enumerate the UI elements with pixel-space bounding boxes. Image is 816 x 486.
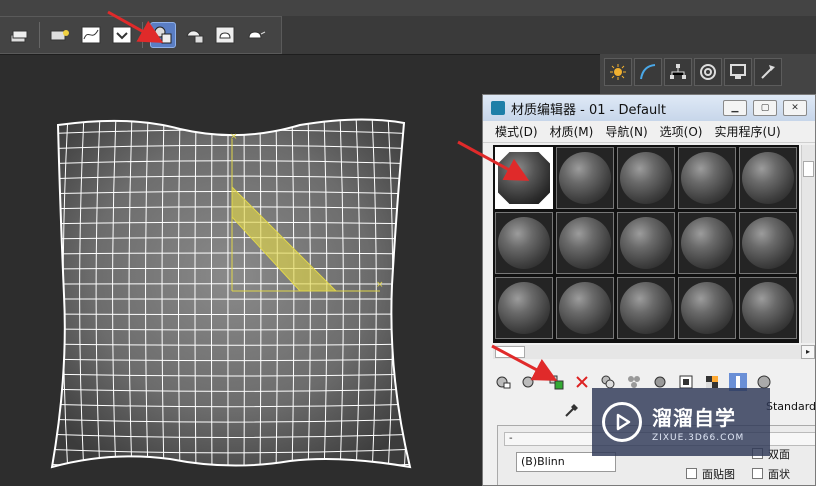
faceted-checkbox[interactable] (752, 468, 763, 479)
sample-slot[interactable] (739, 212, 797, 274)
motion-tab-icon[interactable] (694, 58, 722, 86)
toolbar-background (282, 16, 816, 54)
material-sphere (559, 217, 611, 269)
get-material-icon[interactable] (495, 373, 513, 391)
watermark-url: ZIXUE.3D66.COM (652, 432, 745, 443)
menu-options[interactable]: 选项(O) (660, 123, 703, 140)
material-editor-icon[interactable] (150, 22, 176, 48)
scroll-thumb[interactable] (803, 161, 814, 177)
sample-slot[interactable] (617, 147, 675, 209)
sample-slot[interactable] (678, 277, 736, 339)
render-setup-icon[interactable] (47, 22, 73, 48)
curve-editor-icon[interactable] (78, 22, 104, 48)
play-logo-icon (602, 402, 642, 442)
sample-slot[interactable] (495, 212, 553, 274)
wire-line (52, 119, 53, 467)
hierarchy-tab-icon[interactable] (664, 58, 692, 86)
sample-slot[interactable] (495, 147, 553, 209)
material-sphere (559, 282, 611, 334)
command-panel-tabs (604, 58, 782, 86)
material-sphere (620, 152, 672, 204)
sample-slot[interactable] (678, 212, 736, 274)
sample-slot[interactable] (617, 277, 675, 339)
scroll-thumb[interactable] (495, 346, 525, 358)
material-sphere (742, 152, 794, 204)
sample-slot[interactable] (678, 147, 736, 209)
sample-slot[interactable] (617, 212, 675, 274)
watermark-title: 溜溜自学 (652, 405, 736, 430)
material-sphere (620, 282, 672, 334)
watermark: 溜溜自学 ZIXUE.3D66.COM (592, 388, 770, 456)
maximize-button[interactable]: ▢ (753, 100, 777, 116)
display-tab-icon[interactable] (724, 58, 752, 86)
material-sphere (498, 152, 550, 204)
modify-tab-icon[interactable] (634, 58, 662, 86)
svg-text:×: × (230, 132, 238, 142)
wire-line (40, 479, 420, 484)
sample-slot[interactable] (556, 277, 614, 339)
scroll-right-arrow-icon[interactable]: ▸ (801, 345, 815, 359)
layer-stack-icon[interactable] (6, 22, 32, 48)
eyedropper-icon[interactable] (563, 401, 581, 419)
render-teapot-icon[interactable] (212, 22, 238, 48)
two-sided-label: 双面 (768, 448, 790, 461)
delete-icon[interactable] (573, 373, 591, 391)
menu-utilities[interactable]: 实用程序(U) (714, 123, 780, 140)
sample-slot[interactable] (556, 147, 614, 209)
minimize-button[interactable]: ▁ (723, 100, 747, 116)
close-button[interactable]: ✕ (783, 100, 807, 116)
main-toolbar (0, 16, 282, 54)
slots-horizontal-scrollbar[interactable]: ▸ (493, 345, 815, 359)
menu-material[interactable]: 材质(M) (550, 123, 594, 140)
menu-strip (0, 0, 816, 16)
render-frame-icon[interactable] (181, 22, 207, 48)
sample-slots-grid (493, 145, 799, 343)
wire-line (403, 119, 410, 467)
faceted-label: 面状 (768, 468, 790, 481)
face-map-label: 面贴图 (702, 468, 735, 481)
sample-slot[interactable] (556, 212, 614, 274)
face-map-checkbox[interactable] (686, 468, 697, 479)
utilities-tab-icon[interactable] (754, 58, 782, 86)
material-type-button[interactable]: Standard (766, 400, 816, 413)
assign-to-selection-icon[interactable] (547, 373, 565, 391)
sample-slot[interactable] (495, 277, 553, 339)
wire-line (52, 119, 410, 120)
material-sphere (559, 152, 611, 204)
material-sphere (681, 152, 733, 204)
slots-vertical-scrollbar[interactable] (801, 145, 815, 343)
schematic-icon[interactable] (109, 22, 135, 48)
material-editor-menubar: 模式(D) 材质(M) 导航(N) 选项(O) 实用程序(U) (483, 121, 815, 143)
sample-slot[interactable] (739, 147, 797, 209)
material-sphere (498, 217, 550, 269)
menu-navigation[interactable]: 导航(N) (605, 123, 647, 140)
material-sphere (681, 282, 733, 334)
toolbar-separator (39, 22, 40, 48)
svg-text:×: × (376, 280, 384, 290)
wire-line (210, 119, 213, 467)
window-title: 材质编辑器 - 01 - Default (511, 102, 666, 118)
material-sphere (742, 217, 794, 269)
sample-slot[interactable] (739, 277, 797, 339)
menu-mode[interactable]: 模式(D) (495, 123, 538, 140)
create-tab-icon[interactable] (604, 58, 632, 86)
toolbar-separator (142, 22, 143, 48)
material-sphere (742, 282, 794, 334)
render-teapot-active-icon[interactable] (243, 22, 269, 48)
material-sphere (620, 217, 672, 269)
material-sphere (681, 217, 733, 269)
material-editor-titlebar[interactable]: 材质编辑器 - 01 - Default ▁ ▢ ✕ (483, 95, 815, 121)
put-to-scene-icon[interactable] (521, 373, 539, 391)
app-icon (491, 101, 505, 115)
material-sphere (498, 282, 550, 334)
